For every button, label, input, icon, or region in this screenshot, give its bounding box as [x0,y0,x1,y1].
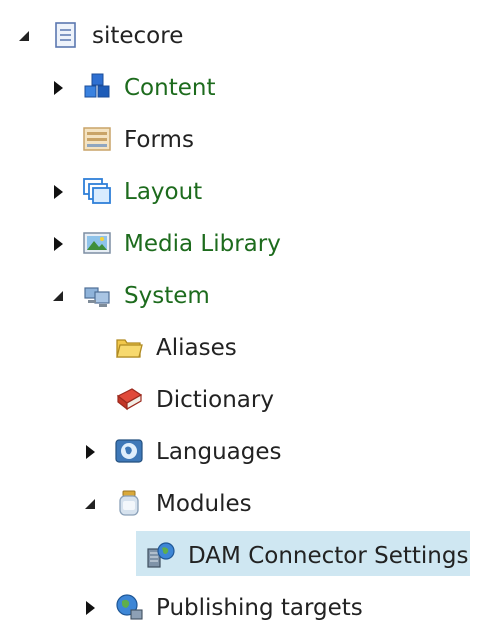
tree-node-aliases[interactable]: Aliases [156,333,237,363]
expand-arrow-icon[interactable] [82,600,98,616]
tree-node-dam-connector-settings[interactable]: DAM Connector Settings [188,541,468,571]
tree-node-media-library[interactable]: Media Library [124,229,281,259]
expand-arrow-icon[interactable] [50,236,66,252]
globe-network-icon [114,592,144,622]
expand-arrow-icon[interactable] [50,80,66,96]
server-globe-icon [146,540,176,570]
forms-icon [82,124,112,154]
tree-node-dictionary[interactable]: Dictionary [156,385,274,415]
expand-arrow-icon[interactable] [82,444,98,460]
tree-node-publishing-targets[interactable]: Publishing targets [156,593,363,623]
tree-node-content[interactable]: Content [124,73,215,103]
collapse-arrow-icon[interactable] [50,288,66,304]
tree-node-modules[interactable]: Modules [156,489,252,519]
tree-node-forms[interactable]: Forms [124,125,194,155]
collapse-arrow-icon[interactable] [82,496,98,512]
tree-node-sitecore[interactable]: sitecore [92,21,183,51]
folder-icon [114,332,144,362]
cubes-icon [82,72,112,102]
tree-node-languages[interactable]: Languages [156,437,282,467]
image-icon [82,228,112,258]
globe-icon [114,436,144,466]
computers-icon [82,280,112,310]
expand-arrow-icon[interactable] [50,184,66,200]
tree-node-system[interactable]: System [124,281,210,311]
jar-icon [114,488,144,518]
collapse-arrow-icon[interactable] [16,28,32,44]
document-icon [50,20,80,50]
windows-icon [82,176,112,206]
tree-node-layout[interactable]: Layout [124,177,202,207]
book-icon [114,384,144,414]
